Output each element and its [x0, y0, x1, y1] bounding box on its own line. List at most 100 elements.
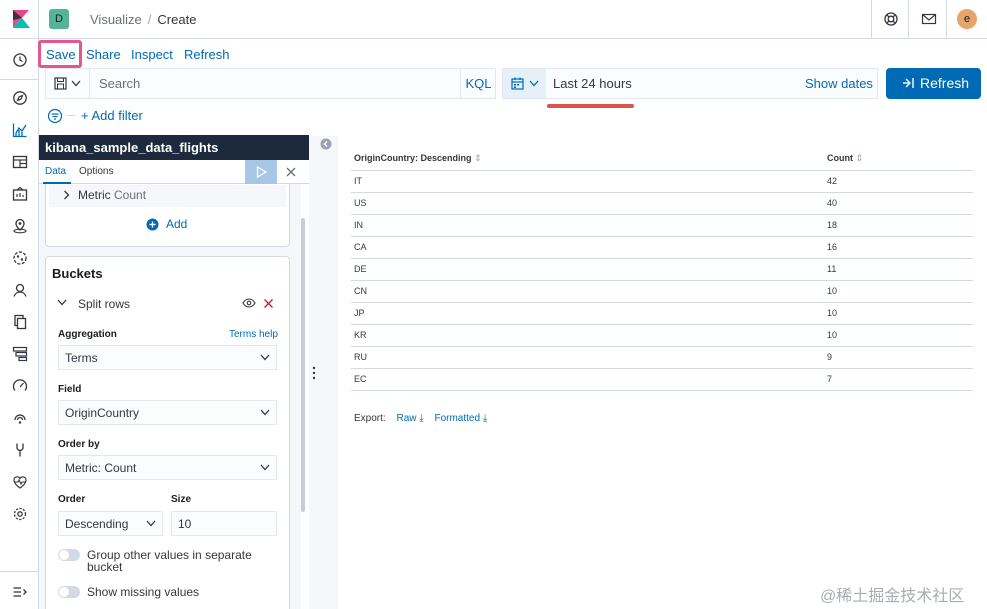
kibana-logo-icon[interactable] — [10, 8, 32, 30]
chevron-down-icon — [260, 409, 270, 416]
help-icon[interactable] — [883, 11, 899, 27]
sidebar-scrollbar[interactable] — [301, 218, 305, 512]
breadcrumb-item-create: Create — [157, 12, 197, 27]
inspect-button[interactable]: Inspect — [131, 47, 173, 62]
dashboard-icon[interactable] — [12, 154, 28, 170]
table-cell-country[interactable]: KR — [351, 324, 824, 347]
search-input[interactable] — [90, 69, 460, 98]
table-cell-country[interactable]: IN — [351, 214, 824, 237]
filter-options-icon[interactable] — [47, 108, 63, 124]
table-cell-country[interactable]: RU — [351, 346, 824, 369]
table-cell-count[interactable]: 16 — [824, 236, 973, 259]
table-row: CA 16 — [351, 236, 973, 259]
field-select[interactable]: OriginCountry — [58, 400, 277, 425]
siem-icon[interactable] — [12, 282, 28, 298]
apm-icon[interactable] — [12, 378, 28, 394]
breadcrumb-item-visualize[interactable]: Visualize — [90, 12, 142, 27]
order-by-select[interactable]: Metric: Count — [58, 455, 277, 480]
tab-options[interactable]: Options — [79, 166, 113, 177]
column-header-label: OriginCountry: Descending — [354, 153, 472, 164]
canvas-icon[interactable] — [12, 186, 28, 202]
add-filter-button[interactable]: + Add filter — [81, 108, 143, 123]
export-formatted-link[interactable]: Formatted ⤓ — [434, 413, 487, 424]
table-cell-count[interactable]: 42 — [824, 170, 973, 193]
refresh-button[interactable]: Refresh — [886, 68, 981, 99]
tab-data[interactable]: Data — [45, 166, 66, 177]
uptime-icon[interactable] — [12, 410, 28, 426]
table-cell-count[interactable]: 9 — [824, 346, 973, 369]
logs-icon[interactable] — [12, 314, 28, 330]
chevron-down-icon — [71, 80, 81, 87]
query-bar: KQL — [45, 68, 496, 99]
table-cell-country[interactable]: IT — [351, 170, 824, 193]
export-raw-label: Raw — [396, 413, 417, 424]
table-cell-country[interactable]: JP — [351, 302, 824, 325]
split-rows-header[interactable]: Split rows — [52, 294, 284, 314]
column-header-origin-country[interactable]: OriginCountry: Descending ⇕ — [351, 148, 824, 171]
remove-x-icon[interactable] — [263, 298, 274, 309]
table-cell-country[interactable]: DE — [351, 258, 824, 281]
metrics-panel: Metric Count Add — [45, 184, 290, 247]
group-other-toggle[interactable] — [58, 549, 80, 561]
refresh-menu-button[interactable]: Refresh — [184, 47, 230, 62]
share-button[interactable]: Share — [86, 47, 121, 62]
ml-icon[interactable] — [12, 250, 28, 266]
table-cell-count[interactable]: 40 — [824, 192, 973, 215]
saved-query-button[interactable] — [46, 69, 90, 98]
chevron-right-icon — [64, 190, 70, 200]
space-avatar[interactable]: D — [49, 9, 69, 29]
monitoring-heart-icon[interactable] — [12, 474, 28, 490]
user-avatar[interactable]: e — [957, 9, 977, 29]
table-cell-country[interactable]: CA — [351, 236, 824, 259]
collapse-sidebar-icon[interactable] — [320, 138, 332, 150]
table-cell-country[interactable]: US — [351, 192, 824, 215]
resize-handle-icon[interactable] — [312, 366, 316, 380]
table-cell-count[interactable]: 10 — [824, 324, 973, 347]
table-cell-count[interactable]: 10 — [824, 280, 973, 303]
table-cell-country[interactable]: EC — [351, 368, 824, 391]
dev-tools-icon[interactable] — [12, 442, 28, 458]
header-divider — [871, 0, 872, 39]
discard-changes-close-icon[interactable] — [284, 165, 298, 179]
metric-agg-row[interactable]: Metric Count — [49, 185, 286, 207]
export-raw-link[interactable]: Raw ⤓ — [396, 413, 423, 424]
metric-value: Count — [114, 188, 147, 202]
field-label: Field — [58, 384, 82, 395]
infrastructure-icon[interactable] — [12, 346, 28, 362]
date-range-text[interactable]: Last 24 hours — [553, 76, 632, 91]
nav-divider — [0, 79, 39, 80]
aggregation-select[interactable]: Terms — [58, 345, 277, 370]
size-input[interactable]: 10 — [171, 511, 277, 536]
show-missing-toggle[interactable] — [58, 586, 80, 598]
maps-icon[interactable] — [12, 218, 28, 234]
table-cell-count[interactable]: 10 — [824, 302, 973, 325]
export-formatted-label: Formatted — [434, 413, 481, 424]
export-row: Export: Raw ⤓ Formatted ⤓ — [354, 413, 487, 424]
table-cell-count[interactable]: 11 — [824, 258, 973, 281]
header-divider — [946, 0, 947, 39]
visualize-chart-icon[interactable] — [12, 122, 28, 138]
management-gear-icon[interactable] — [12, 506, 28, 522]
apply-changes-button[interactable] — [245, 160, 277, 184]
header-divider — [908, 0, 909, 39]
field-value: OriginCountry — [65, 406, 140, 420]
order-select[interactable]: Descending — [58, 511, 163, 536]
discover-compass-icon[interactable] — [12, 90, 28, 106]
chevron-down-icon — [260, 464, 270, 471]
table-cell-count[interactable]: 18 — [824, 214, 973, 237]
buckets-panel: Buckets Split rows Aggregation Terms hel… — [45, 256, 290, 609]
recent-clock-icon[interactable] — [12, 52, 28, 68]
table-cell-country[interactable]: CN — [351, 280, 824, 303]
terms-help-link[interactable]: Terms help — [229, 329, 278, 340]
table-cell-count[interactable]: 7 — [824, 368, 973, 391]
header-divider — [38, 0, 39, 39]
show-dates-link[interactable]: Show dates — [805, 76, 873, 91]
quick-select-button[interactable] — [503, 69, 546, 98]
mail-icon[interactable] — [921, 11, 937, 27]
collapse-nav-icon[interactable] — [12, 584, 28, 600]
filter-divider — [67, 115, 75, 116]
column-header-count[interactable]: Count ⇕ — [824, 148, 973, 171]
kql-toggle-button[interactable]: KQL — [460, 69, 496, 98]
download-icon: ⤓ — [419, 413, 424, 424]
eye-icon[interactable] — [242, 298, 256, 308]
